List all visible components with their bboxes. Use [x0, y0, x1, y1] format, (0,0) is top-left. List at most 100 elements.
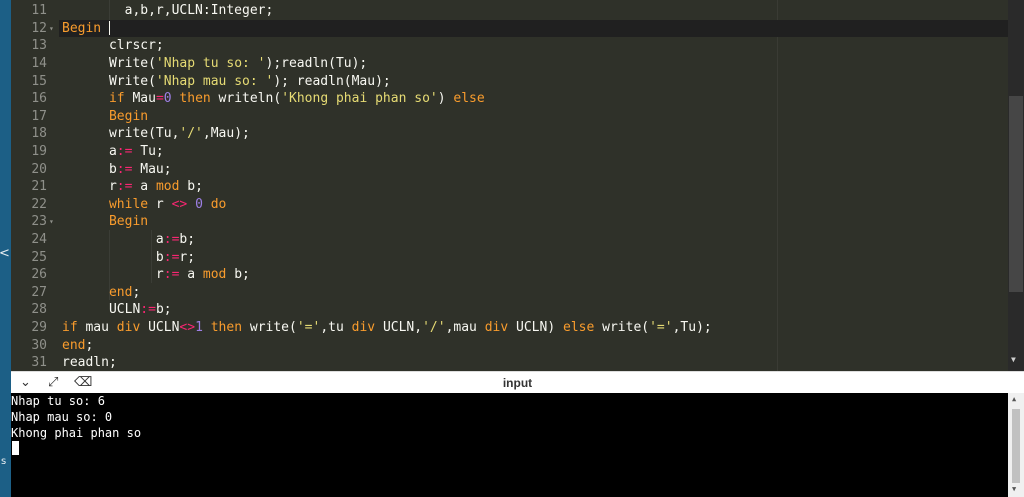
console-line: Nhap mau so: 0 [11, 410, 113, 424]
code-line[interactable]: b:= Mau; [59, 161, 1008, 179]
code-token: do [210, 196, 227, 212]
code-line[interactable]: b:=r; [59, 249, 1008, 267]
code-token: UCLN [62, 302, 141, 318]
fold-arrow-icon[interactable]: ▾ [49, 20, 54, 38]
code-token: div [116, 320, 141, 335]
editor-scrollbar[interactable]: ▼ [1008, 0, 1024, 371]
code-token: 'Nhap mau so: ' [155, 73, 274, 89]
code-token: := [116, 144, 133, 159]
code-token: 0 [195, 196, 203, 212]
code-token: if [62, 320, 78, 335]
code-token: ,Mau); [202, 126, 250, 142]
text-cursor [108, 21, 110, 36]
code-line[interactable]: Begin [59, 108, 1008, 126]
collapse-chevron-icon[interactable]: < [0, 246, 10, 261]
side-label: s [1, 456, 7, 467]
code-token: Mau; [132, 161, 172, 177]
code-text: r:= a mod b; [62, 266, 250, 284]
code-token: end [62, 337, 86, 353]
console-scrollbar[interactable]: ▲ ▼ [1008, 393, 1024, 497]
code-text: while r <> 0 do [62, 196, 226, 214]
line-number: 28 [31, 302, 47, 318]
code-line[interactable]: clrscr; [59, 37, 1008, 55]
line-number: 26 [31, 267, 47, 283]
scroll-up-arrow-icon[interactable]: ▲ [1012, 395, 1016, 403]
code-line[interactable]: end; [59, 337, 1008, 355]
code-token: b [62, 249, 164, 265]
code-content[interactable]: a,b,r,UCLN:Integer; Begin clrscr; Write('… [59, 0, 1008, 371]
code-token: Tu; [132, 144, 164, 159]
scroll-down-arrow-icon[interactable]: ▼ [1011, 355, 1016, 364]
code-line[interactable]: readln; [59, 354, 1008, 371]
code-line[interactable]: Begin [59, 19, 1008, 38]
code-text: a:=b; [62, 231, 195, 249]
code-line[interactable]: a:=b; [59, 231, 1008, 249]
code-token: b; [179, 179, 203, 195]
code-token: while [108, 196, 149, 212]
code-line[interactable]: a,b,r,UCLN:Integer; [59, 2, 1008, 20]
code-line[interactable]: Begin [59, 213, 1008, 231]
code-text: b:= Mau; [62, 161, 172, 179]
scrollbar-thumb[interactable] [1012, 409, 1020, 483]
code-line[interactable]: UCLN:=b; [59, 301, 1008, 319]
line-number: 14 [31, 56, 47, 71]
code-text: a:= Tu; [62, 143, 164, 161]
scrollbar-thumb[interactable] [1009, 96, 1023, 292]
code-text: UCLN:=b; [62, 301, 172, 319]
code-token: r; [179, 249, 196, 265]
line-number: 25 [31, 249, 47, 265]
code-text: a,b,r,UCLN:Integer; [62, 2, 274, 20]
code-text: Begin [62, 20, 110, 38]
line-number-gutter: 11 12 ▾ 13 14 15 16 17 18 19 20 21 22 23 ▾ 24 25 26 27 28 29… [11, 0, 59, 371]
code-line[interactable]: r:= a mod b; [59, 266, 1008, 284]
line-number: 18 [31, 126, 47, 142]
scroll-down-arrow-icon[interactable]: ▼ [1012, 485, 1016, 493]
code-text: Begin [62, 213, 148, 231]
code-text: write(Tu,'/',Mau); [62, 125, 250, 143]
code-token: ); readln(Mau); [273, 73, 391, 89]
code-token: a [62, 144, 117, 159]
code-line[interactable]: while r <> 0 do [59, 196, 1008, 214]
fold-arrow-icon[interactable]: ▾ [49, 213, 54, 231]
code-token: ; [132, 284, 141, 300]
code-line[interactable]: r:= a mod b; [59, 178, 1008, 196]
line-number: 31 [31, 355, 47, 371]
code-token: := [140, 302, 156, 318]
code-token: mod [202, 267, 227, 283]
code-token: ,Tu); [672, 320, 712, 335]
code-token: write(Tu, [62, 126, 180, 142]
code-token: Begin [108, 108, 149, 124]
code-token: a,b,r,UCLN:Integer; [62, 3, 274, 19]
code-token: );readln(Tu); [265, 56, 368, 71]
code-token: '=' [649, 320, 673, 335]
code-token: mau [77, 320, 117, 335]
code-token: end [108, 284, 133, 300]
line-number: 16 [31, 91, 47, 107]
line-number: 11 [31, 3, 47, 19]
code-text: if mau div UCLN<>1 then write('=',tu div… [62, 319, 712, 337]
code-token: 'Khong phai phan so' [281, 91, 438, 107]
code-line[interactable]: Write('Nhap tu so: ');readln(Tu); [59, 55, 1008, 73]
console-cursor [12, 441, 19, 455]
code-line[interactable]: if Mau=0 then writeln('Khong phai phan s… [59, 90, 1008, 108]
code-line[interactable]: a:= Tu; [59, 143, 1008, 161]
code-editor[interactable]: 11 12 ▾ 13 14 15 16 17 18 19 20 21 22 23 ▾ 24 25 26 27 28 29… [11, 0, 1008, 371]
code-line[interactable]: Write('Nhap mau so: '); readln(Mau); [59, 73, 1008, 91]
code-token: clrscr; [62, 38, 164, 54]
line-number: 13 [31, 38, 47, 54]
console-output[interactable]: Nhap tu so: 6 Nhap mau so: 0 Khong phai … [11, 393, 1008, 497]
code-line[interactable]: if mau div UCLN<>1 then write('=',tu div… [59, 319, 1008, 337]
code-token: then [179, 91, 211, 107]
code-token: writeln( [210, 91, 282, 107]
code-line[interactable]: write(Tu,'/',Mau); [59, 125, 1008, 143]
code-text: Write('Nhap mau so: '); readln(Mau); [62, 73, 391, 91]
code-text: Write('Nhap tu so: ');readln(Tu); [62, 55, 367, 73]
code-token: div [351, 320, 376, 335]
line-number: 12 [31, 20, 47, 36]
code-line[interactable]: end; [59, 284, 1008, 302]
code-text: end; [62, 284, 140, 302]
code-token: 0 [163, 91, 172, 107]
